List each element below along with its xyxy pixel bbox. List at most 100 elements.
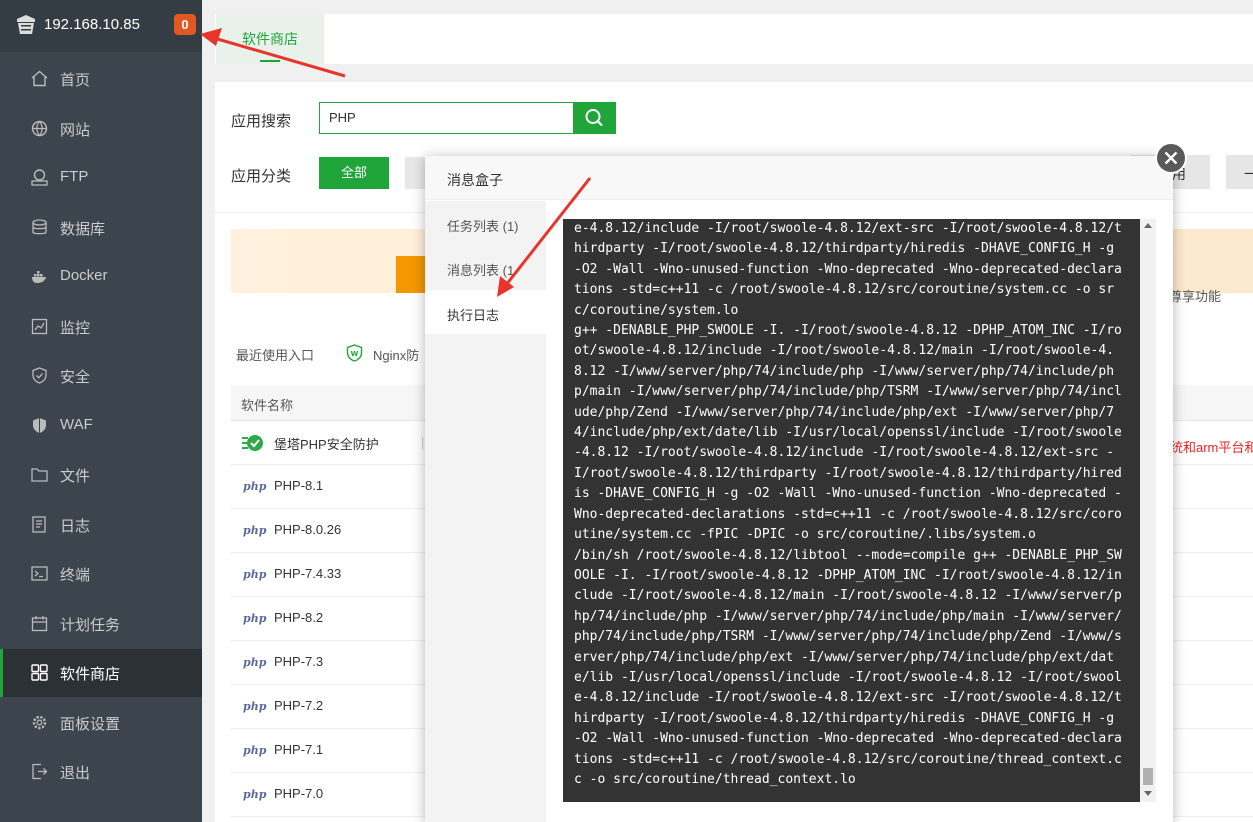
software-name[interactable]: PHP-8.1 xyxy=(274,478,323,493)
sidebar-item-logout[interactable]: 退出 xyxy=(0,748,202,796)
svg-text:W: W xyxy=(351,350,359,358)
search-button[interactable] xyxy=(573,102,616,134)
software-name[interactable]: PHP-7.0 xyxy=(274,786,323,801)
software-name[interactable]: PHP-7.4.33 xyxy=(274,566,341,581)
monitor-chart-icon xyxy=(31,318,48,335)
search-label: 应用搜索 xyxy=(231,113,292,130)
sidebar-item-monitor[interactable]: 监控 xyxy=(0,303,202,351)
php-icon: php xyxy=(243,524,267,537)
search-input[interactable]: PHP xyxy=(319,102,574,134)
sidebar-item-settings[interactable]: 面板设置 xyxy=(0,699,202,747)
docker-icon xyxy=(32,271,46,283)
php-icon: php xyxy=(243,700,267,713)
sidebar-item-label: 文件 xyxy=(60,468,91,485)
sidebar-item-label: 退出 xyxy=(60,765,91,782)
sidebar-item-security[interactable]: 安全 xyxy=(0,352,202,400)
database-icon xyxy=(32,219,47,235)
scroll-down-icon[interactable] xyxy=(1144,791,1152,796)
dialog-title-bar: 消息盒子 xyxy=(425,156,1173,200)
sidebar-item-label: WAF xyxy=(60,416,93,433)
software-name[interactable]: PHP-7.1 xyxy=(274,742,323,757)
logout-icon xyxy=(32,763,48,780)
ftp-icon xyxy=(31,169,48,186)
sidebar-item-app-store[interactable]: 软件商店 xyxy=(0,649,202,697)
category-button-more[interactable]: 一 xyxy=(1226,155,1253,189)
log-text: e-4.8.12/include -I/root/swoole-4.8.12/e… xyxy=(574,221,1122,787)
sidebar-item-label: 监控 xyxy=(60,320,91,337)
scroll-up-icon[interactable] xyxy=(1144,223,1152,228)
sidebar-item-website[interactable]: 网站 xyxy=(0,105,202,153)
sidebar-item-label: FTP xyxy=(60,168,89,185)
server-ip[interactable]: 192.168.10.85 xyxy=(44,16,140,33)
home-icon xyxy=(31,70,48,87)
waf-shield-icon xyxy=(33,418,46,433)
category-all-button[interactable]: 全部 xyxy=(319,157,389,189)
close-icon xyxy=(1164,151,1178,165)
bt-shield-icon xyxy=(242,435,263,451)
recent-app-nginx[interactable]: Nginx防 xyxy=(373,345,419,364)
message-box-dialog: 消息盒子 任务列表 (1) 消息列表 (1 执行日志 e-4.8.12/incl… xyxy=(425,156,1173,822)
php-icon: php xyxy=(243,788,267,801)
execution-log-output[interactable]: e-4.8.12/include -I/root/swoole-4.8.12/e… xyxy=(563,219,1140,802)
platform-note: 统和arm平台和 xyxy=(1170,440,1253,455)
bt-logo-icon xyxy=(17,15,35,34)
sidebar-item-waf[interactable]: WAF xyxy=(0,402,202,450)
category-label: 应用分类 xyxy=(231,168,292,185)
notification-badge[interactable]: 0 xyxy=(174,14,196,35)
tab-execution-log[interactable]: 执行日志 xyxy=(425,290,546,334)
log-document-icon xyxy=(32,516,46,533)
sidebar-item-terminal[interactable]: 终端 xyxy=(0,550,202,598)
category-button[interactable] xyxy=(405,157,425,189)
sidebar-item-label: Docker xyxy=(60,267,108,284)
sidebar-item-label: 软件商店 xyxy=(60,666,121,683)
software-name[interactable]: PHP-8.2 xyxy=(274,610,323,625)
php-icon: php xyxy=(243,480,267,493)
banner-text: 尊享功能 xyxy=(1169,289,1222,304)
tab-message-list[interactable]: 消息列表 (1 xyxy=(425,245,546,289)
sidebar-item-docker[interactable]: Docker xyxy=(0,253,202,301)
gear-icon xyxy=(32,715,47,730)
search-icon xyxy=(585,109,603,127)
server-header: 192.168.10.85 0 xyxy=(0,0,202,52)
software-name[interactable]: PHP-8.0.26 xyxy=(274,522,341,537)
terminal-icon xyxy=(31,566,48,581)
sidebar: 192.168.10.85 0 首页 网站 FTP 数据库 Docker 监控 … xyxy=(0,0,202,822)
tab-app-store[interactable]: 软件商店 xyxy=(216,14,324,64)
sidebar-item-label: 计划任务 xyxy=(60,617,121,634)
sidebar-item-label: 日志 xyxy=(60,518,91,535)
folder-icon xyxy=(31,468,48,482)
globe-icon xyxy=(31,120,48,137)
close-button[interactable] xyxy=(1155,142,1187,174)
software-name[interactable]: 堡塔PHP安全防护 xyxy=(274,434,379,453)
calendar-icon xyxy=(31,616,48,632)
sidebar-item-home[interactable]: 首页 xyxy=(0,55,202,103)
scroll-thumb[interactable] xyxy=(1143,768,1153,785)
sidebar-item-label: 面板设置 xyxy=(60,716,121,733)
sidebar-item-ftp[interactable]: FTP xyxy=(0,154,202,202)
sidebar-item-label: 首页 xyxy=(60,72,91,89)
recent-label: 最近使用入口 xyxy=(236,348,315,363)
sidebar-item-label: 安全 xyxy=(60,369,91,386)
log-scrollbar[interactable] xyxy=(1140,219,1156,802)
tab-bar: 软件商店 xyxy=(215,14,1253,64)
column-software-name: 软件名称 xyxy=(241,398,294,413)
tab-task-list[interactable]: 任务列表 (1) xyxy=(425,201,546,245)
php-icon: php xyxy=(243,656,267,669)
php-icon: php xyxy=(243,744,267,757)
php-icon: php xyxy=(243,612,267,625)
php-icon: php xyxy=(243,568,267,581)
software-name[interactable]: PHP-7.2 xyxy=(274,698,323,713)
app-grid-icon xyxy=(31,664,48,681)
nginx-waf-icon: W xyxy=(346,344,363,362)
sidebar-item-label: 终端 xyxy=(60,567,91,584)
sidebar-item-cron[interactable]: 计划任务 xyxy=(0,600,202,648)
sidebar-item-label: 数据库 xyxy=(60,221,106,238)
sidebar-item-logs[interactable]: 日志 xyxy=(0,501,202,549)
sidebar-item-files[interactable]: 文件 xyxy=(0,451,202,499)
dialog-tab-list: 任务列表 (1) 消息列表 (1 执行日志 xyxy=(425,201,546,822)
sidebar-item-label: 网站 xyxy=(60,122,91,139)
shield-check-icon xyxy=(32,367,47,384)
sidebar-item-database[interactable]: 数据库 xyxy=(0,204,202,252)
software-name[interactable]: PHP-7.3 xyxy=(274,654,323,669)
banner-button[interactable] xyxy=(396,256,426,293)
